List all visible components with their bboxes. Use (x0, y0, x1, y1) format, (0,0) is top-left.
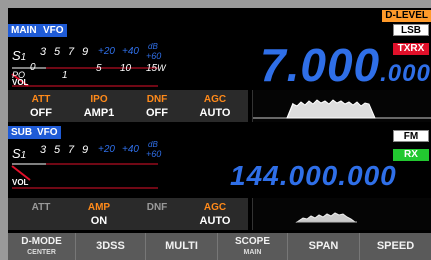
bottom-function-bar: D-MODE CENTER 3DSS MULTI SCOPE MAIN SPAN S… (8, 233, 431, 260)
po-scale-0: 0 (30, 62, 36, 73)
main-dnf-label: DNF (146, 94, 168, 105)
main-att-label: ATT (31, 94, 51, 105)
sub-dnf-label: DNF (146, 202, 168, 213)
d-mode-sub-label: CENTER (27, 249, 56, 256)
main-ipo-label: IPO (90, 94, 108, 105)
sub-s-scale-plus20: +20 (98, 144, 115, 155)
main-ipo-value: AMP1 (83, 107, 115, 119)
band-divider (8, 123, 431, 125)
main-vfo-tag[interactable]: VFO (40, 24, 67, 37)
main-dnf-value: OFF (146, 107, 168, 119)
sub-s-label: S (12, 146, 21, 161)
s-scale-5: 5 (54, 46, 61, 58)
scope-button[interactable]: SCOPE MAIN (218, 233, 288, 260)
po-scale-15: 15 (146, 63, 158, 74)
multi-button[interactable]: MULTI (146, 233, 218, 260)
po-scale-10: 10 (120, 63, 132, 74)
sub-s-meter: S1 3 5 7 9 +20 +40 +60 dB VOL (8, 140, 168, 198)
sub-s-scale-7: 7 (68, 144, 75, 156)
sub-s-scale-9: 9 (82, 144, 89, 156)
po-scale-1: 1 (62, 70, 68, 81)
main-att-button[interactable]: ATT OFF (12, 90, 70, 122)
sub-agc-label: AGC (203, 202, 227, 213)
d-level-label: D-LEVEL (382, 10, 431, 22)
d-mode-button[interactable]: D-MODE CENTER (8, 233, 76, 260)
sub-vol-label: VOL (12, 178, 29, 187)
main-spectrum-scope[interactable] (252, 90, 431, 122)
s-scale-plus60: +60 (146, 51, 162, 61)
main-frequency-hz: .000 (380, 60, 431, 87)
main-dnf-button[interactable]: DNF OFF (128, 90, 186, 122)
sub-dnf-button[interactable]: DNF (128, 198, 186, 230)
sub-spectrum-trace (295, 212, 357, 223)
main-att-value: OFF (30, 107, 52, 119)
sub-spectrum-scope[interactable] (252, 198, 431, 230)
span-label: SPAN (308, 240, 339, 252)
w-label: W (157, 63, 166, 73)
s-scale-9: 9 (82, 46, 89, 58)
s-scale-7: 7 (68, 46, 75, 58)
sub-frequency-display[interactable]: 144.000.000 (230, 160, 397, 192)
radio-display: MAIN VFO D-LEVEL LSB TXRX S1 3 5 7 9 +20… (8, 8, 431, 260)
sub-amp-label: AMP (87, 202, 111, 213)
sub-amp-button[interactable]: AMP ON (70, 198, 128, 230)
sub-function-row: ATT AMP ON DNF AGC AUTO (8, 198, 248, 230)
main-spectrum-trace (253, 99, 431, 119)
sub-s-scale-3: 3 (40, 144, 47, 156)
main-agc-button[interactable]: AGC AUTO (186, 90, 244, 122)
3dss-button[interactable]: 3DSS (76, 233, 146, 260)
s-scale-plus20: +20 (98, 46, 115, 57)
main-agc-value: AUTO (199, 107, 231, 119)
sub-vfo-tag[interactable]: VFO (34, 126, 61, 139)
sub-s-scale-5: 5 (54, 144, 61, 156)
sub-att-button[interactable]: ATT (12, 198, 70, 230)
d-mode-label: D-MODE (21, 236, 62, 247)
sub-s-sub-label: 1 (20, 150, 27, 161)
rx-badge: RX (393, 149, 429, 161)
sub-mode-badge[interactable]: FM (393, 130, 429, 142)
po-scale-5: 5 (96, 63, 102, 74)
main-frequency-mhz: 7.000 (260, 39, 381, 91)
sub-band-tag[interactable]: SUB (8, 126, 36, 139)
sub-agc-button[interactable]: AGC AUTO (186, 198, 244, 230)
vol-label: VOL (12, 78, 29, 87)
sub-s-scale-plus40: +40 (122, 144, 139, 155)
s-scale-plus40: +40 (122, 46, 139, 57)
main-function-row: ATT OFF IPO AMP1 DNF OFF AGC AUTO (8, 90, 248, 122)
span-button[interactable]: SPAN (288, 233, 360, 260)
main-band-tag[interactable]: MAIN (8, 24, 40, 37)
sub-agc-value: AUTO (199, 215, 231, 227)
main-mode-badge[interactable]: LSB (393, 24, 429, 36)
s-label: S (12, 48, 21, 63)
sub-s-scale-plus60: +60 (146, 149, 162, 159)
main-ipo-button[interactable]: IPO AMP1 (70, 90, 128, 122)
main-agc-label: AGC (203, 94, 227, 105)
3dss-label: 3DSS (96, 240, 125, 252)
multi-label: MULTI (165, 240, 198, 252)
sub-amp-value: ON (90, 215, 108, 227)
main-s-meter: S1 3 5 7 9 +20 +40 +60 dB PO 0 1 5 10 15… (8, 38, 168, 96)
sub-att-label: ATT (31, 202, 51, 213)
db-label: dB (148, 42, 158, 51)
scope-sub-label: MAIN (243, 249, 262, 256)
speed-button[interactable]: SPEED (360, 233, 431, 260)
speed-label: SPEED (376, 240, 415, 252)
scope-label: SCOPE (234, 236, 270, 247)
sub-db-label: dB (148, 140, 158, 149)
s-scale-3: 3 (40, 46, 47, 58)
s-sub-label: 1 (20, 52, 27, 63)
